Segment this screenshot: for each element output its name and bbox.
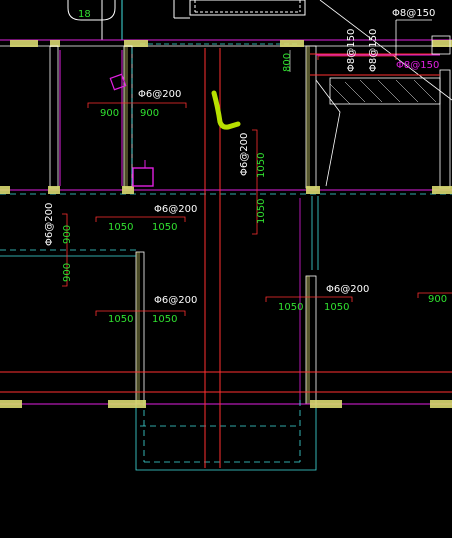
room4-dim-vertical-bottom: 900 — [62, 263, 73, 282]
spec-top-right: Φ8@150 — [392, 8, 435, 19]
cad-drawing-canvas: 18 Φ8@150 Φ8@150 Φ8@150 Φ8@150 800 Φ6@20… — [0, 0, 452, 538]
room2-spec-vertical: Φ6@200 — [239, 133, 250, 176]
room4-dim-vertical-top: 900 — [62, 225, 73, 244]
room1-dim-right: 900 — [140, 108, 159, 119]
room4-spec-vertical: Φ6@200 — [44, 203, 55, 246]
spec-magenta: Φ8@150 — [396, 60, 439, 71]
dim-800: 800 — [282, 53, 293, 72]
room5-dim-left: 1050 — [108, 314, 133, 325]
room1-spec: Φ6@200 — [138, 89, 181, 100]
room5-dim-right: 1050 — [152, 314, 177, 325]
room6-dim-left: 1050 — [278, 302, 303, 313]
room1-dim-left: 900 — [100, 108, 119, 119]
room3-dim-left: 1050 — [108, 222, 133, 233]
room6-dim-right: 1050 — [324, 302, 349, 313]
room2-dim-vertical-bottom: 1050 — [256, 199, 267, 224]
room3-dim-right: 1050 — [152, 222, 177, 233]
circle-number-label: 18 — [78, 9, 91, 20]
right-dim: 900 — [428, 294, 447, 305]
spec-vertical-1: Φ8@150 — [346, 29, 357, 72]
room2-dim-vertical-top: 1050 — [256, 153, 267, 178]
room5-spec: Φ6@200 — [154, 295, 197, 306]
spec-vertical-2: Φ8@150 — [368, 29, 379, 72]
room6-spec: Φ6@200 — [326, 284, 369, 295]
room3-spec: Φ6@200 — [154, 204, 197, 215]
